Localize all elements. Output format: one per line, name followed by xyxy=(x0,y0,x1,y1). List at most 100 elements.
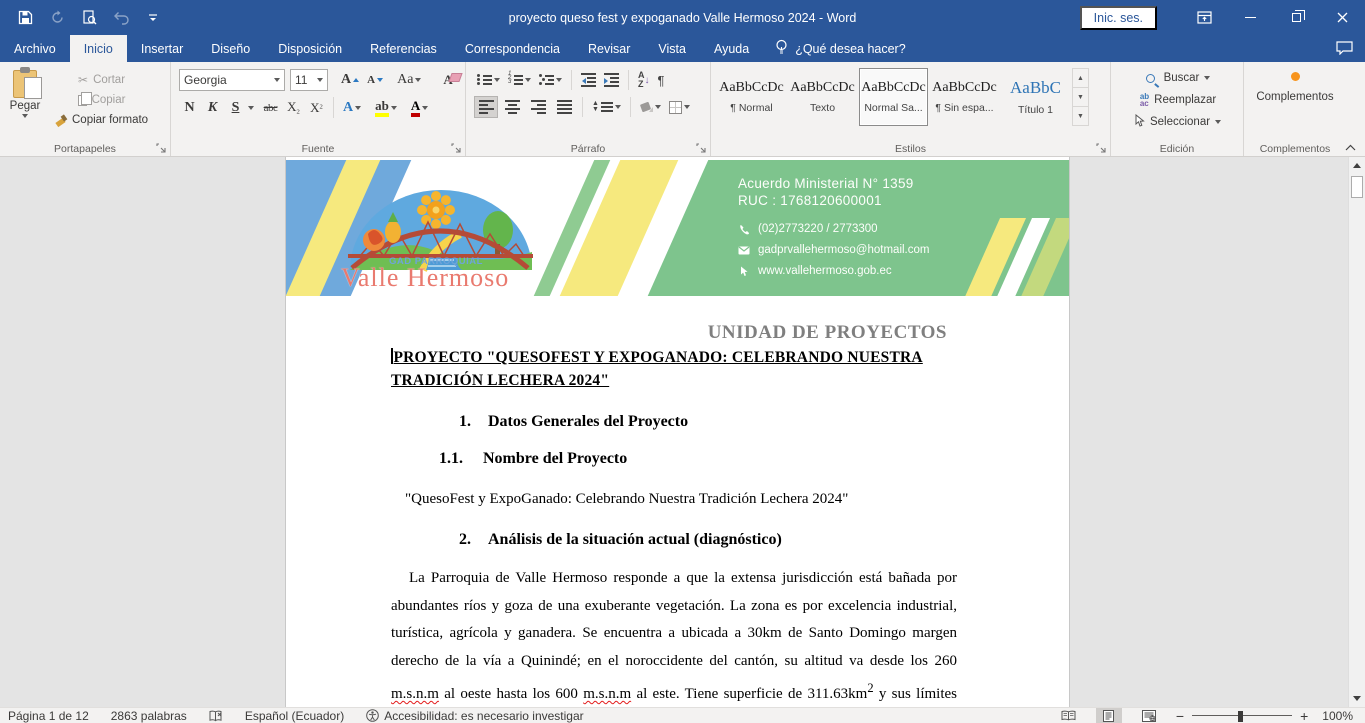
bold-button[interactable]: N xyxy=(179,97,200,118)
tell-me-label: ¿Qué desea hacer? xyxy=(795,42,906,56)
accessibility-status[interactable]: Accesibilidad: es necesario investigar xyxy=(366,709,583,723)
style-normal-sa[interactable]: AaBbCcDc Normal Sa... xyxy=(859,68,928,126)
style-normal[interactable]: AaBbCcDc ¶ Normal xyxy=(717,68,786,126)
group-label-edicion: Edición xyxy=(1111,143,1243,155)
zoom-slider-thumb[interactable] xyxy=(1238,711,1243,722)
style-sin-espaciado[interactable]: AaBbCcDc ¶ Sin espa... xyxy=(930,68,999,126)
sign-in-button[interactable]: Inic. ses. xyxy=(1080,6,1157,30)
decrease-indent-button[interactable] xyxy=(578,71,599,89)
group-portapapeles: Pegar ✂ Cortar Copiar Copiar formato Por… xyxy=(0,62,170,156)
styles-scroll-down[interactable]: ▼ xyxy=(1073,88,1088,107)
align-right-button[interactable] xyxy=(526,96,550,118)
tab-correspondencia[interactable]: Correspondencia xyxy=(451,35,574,62)
save-icon[interactable] xyxy=(16,9,34,27)
ribbon-display-options-icon[interactable] xyxy=(1181,0,1227,35)
tab-insertar[interactable]: Insertar xyxy=(127,35,197,62)
tell-me-box[interactable]: ¿Qué desea hacer? xyxy=(763,35,918,62)
web-layout-button[interactable] xyxy=(1136,708,1162,723)
line-spacing-button[interactable]: ▲▼ xyxy=(589,99,624,114)
addins-button[interactable]: Complementos xyxy=(1248,66,1342,103)
tab-archivo[interactable]: Archivo xyxy=(0,35,70,62)
group-label-portapapeles: Portapapeles xyxy=(0,143,170,155)
vertical-scrollbar[interactable] xyxy=(1348,157,1365,707)
subscript-button[interactable]: X2 xyxy=(283,97,304,118)
dialog-launcher-estilos[interactable] xyxy=(1096,143,1107,154)
superscript-button[interactable]: X2 xyxy=(306,97,327,118)
zoom-level[interactable]: 100% xyxy=(1322,709,1353,723)
zoom-slider[interactable] xyxy=(1192,710,1292,722)
shading-button[interactable] xyxy=(637,100,664,114)
zoom-in-button[interactable]: + xyxy=(1300,711,1308,721)
style-texto[interactable]: AaBbCcDc Texto xyxy=(788,68,857,126)
font-name-combobox[interactable]: Georgia xyxy=(179,69,285,91)
tab-revisar[interactable]: Revisar xyxy=(574,35,644,62)
grow-font-button[interactable]: A xyxy=(338,70,362,90)
heading-1-1: 1.1.Nombre del Proyecto xyxy=(391,450,957,468)
print-layout-button[interactable] xyxy=(1096,708,1122,723)
styles-more-button[interactable]: ▼ xyxy=(1073,107,1088,125)
document-content[interactable]: UNIDAD DE PROYECTOS PROYECTO "QUESOFEST … xyxy=(286,322,1069,707)
clear-formatting-button[interactable]: A xyxy=(440,70,455,90)
style-titulo-1[interactable]: AaBbC Título 1 xyxy=(1001,68,1070,126)
minimize-button[interactable] xyxy=(1227,0,1273,35)
replace-button[interactable]: abac Reemplazar xyxy=(1123,92,1233,108)
styles-scroll-up[interactable]: ▲ xyxy=(1073,69,1088,88)
zoom-out-button[interactable]: − xyxy=(1176,711,1184,721)
underline-button[interactable]: S xyxy=(225,97,246,118)
format-painter-button[interactable]: Copiar formato xyxy=(52,112,151,128)
show-marks-button[interactable]: ¶ xyxy=(655,71,668,90)
change-case-button[interactable]: Aa xyxy=(394,70,424,90)
collapse-ribbon-button[interactable] xyxy=(1343,141,1357,153)
tab-inicio[interactable]: Inicio xyxy=(70,35,127,62)
customize-qat-icon[interactable] xyxy=(144,9,162,27)
tab-disposicion[interactable]: Disposición xyxy=(264,35,356,62)
sort-button[interactable]: AZ↓ xyxy=(635,69,653,91)
tab-referencias[interactable]: Referencias xyxy=(356,35,451,62)
acuerdo-ministerial: Acuerdo Ministerial N° 1359 xyxy=(738,176,929,193)
multilevel-list-button[interactable] xyxy=(536,73,565,87)
letterhead-banner: GAD PARROQUIAL Valle Hermoso Acuerdo Min… xyxy=(286,160,1069,296)
dialog-launcher-portapapeles[interactable] xyxy=(156,143,167,154)
tab-diseno[interactable]: Diseño xyxy=(197,35,264,62)
align-center-button[interactable] xyxy=(500,96,524,118)
shrink-font-button[interactable]: A xyxy=(364,72,386,88)
language-indicator[interactable]: Español (Ecuador) xyxy=(245,709,344,723)
paste-button[interactable]: Pegar xyxy=(4,66,46,140)
font-size-combobox[interactable]: 11 xyxy=(290,69,328,91)
page-indicator[interactable]: Página 1 de 12 xyxy=(8,709,89,723)
scroll-up-button[interactable] xyxy=(1349,157,1365,174)
increase-indent-button[interactable] xyxy=(601,71,622,89)
restore-button[interactable] xyxy=(1273,0,1319,35)
dialog-launcher-parrafo[interactable] xyxy=(696,143,707,154)
select-button[interactable]: Seleccionar xyxy=(1123,114,1233,130)
word-count[interactable]: 2863 palabras xyxy=(111,709,187,723)
numbering-button[interactable] xyxy=(505,73,534,87)
group-label-complementos: Complementos xyxy=(1244,143,1346,155)
italic-button[interactable]: K xyxy=(202,97,223,118)
read-mode-button[interactable] xyxy=(1056,708,1082,723)
find-button[interactable]: Buscar xyxy=(1123,70,1233,86)
tab-vista[interactable]: Vista xyxy=(644,35,700,62)
close-button[interactable] xyxy=(1319,0,1365,35)
print-preview-icon[interactable] xyxy=(80,9,98,27)
align-left-button[interactable] xyxy=(474,96,498,118)
scrollbar-thumb[interactable] xyxy=(1351,176,1363,198)
tab-ayuda[interactable]: Ayuda xyxy=(700,35,763,62)
text-effects-button[interactable]: A xyxy=(340,98,364,118)
font-color-button[interactable]: A xyxy=(408,96,431,119)
scroll-down-button[interactable] xyxy=(1349,690,1365,707)
accessibility-icon xyxy=(366,709,379,722)
bullets-button[interactable] xyxy=(474,73,503,87)
borders-button[interactable] xyxy=(666,99,693,116)
underline-options-chevron[interactable] xyxy=(248,106,254,110)
copy-icon xyxy=(78,95,87,106)
proofing-book-icon xyxy=(209,710,223,722)
proofing-status[interactable] xyxy=(209,710,223,722)
project-name-quote: "QuesoFest y ExpoGanado: Celebrando Nues… xyxy=(391,491,957,508)
justify-button[interactable] xyxy=(552,96,576,118)
text-highlight-button[interactable]: ab xyxy=(372,96,400,119)
strikethrough-button[interactable]: abc xyxy=(260,97,281,118)
dialog-launcher-fuente[interactable] xyxy=(451,143,462,154)
feedback-comment-icon[interactable] xyxy=(1336,41,1353,58)
document-page[interactable]: GAD PARROQUIAL Valle Hermoso Acuerdo Min… xyxy=(285,157,1070,707)
